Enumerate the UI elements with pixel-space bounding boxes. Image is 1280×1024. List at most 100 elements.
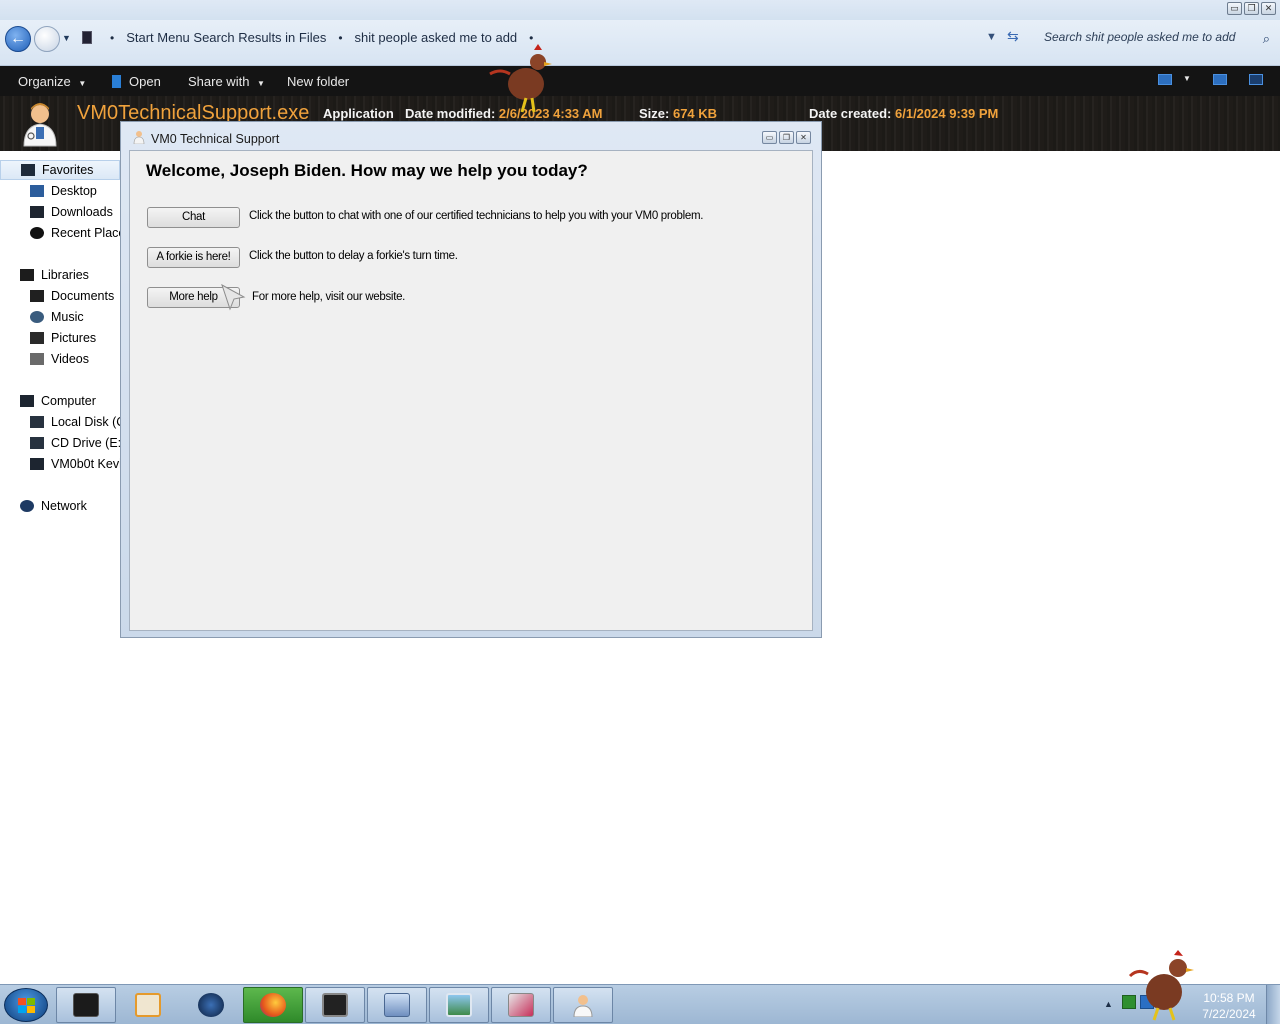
open-label: Open (129, 74, 161, 89)
libraries-icon (20, 269, 34, 281)
welcome-heading: Welcome, Joseph Biden. How may we help y… (146, 161, 588, 180)
breadcrumb-search-results[interactable]: Start Menu Search Results in Files (126, 30, 326, 45)
taskbar-firefox[interactable] (243, 987, 303, 1023)
nav-item-cd-drive[interactable]: CD Drive (E:) (30, 433, 120, 453)
view-options-dropdown[interactable]: ▼ (1183, 74, 1191, 83)
pictures-icon (30, 332, 44, 344)
breadcrumb: • Start Menu Search Results in Files • s… (98, 30, 545, 45)
share-with-label: Share with (188, 74, 250, 89)
nav-computer[interactable]: Computer (20, 391, 96, 411)
clock-time: 10:58 PM (1203, 991, 1255, 1005)
nav-item-downloads[interactable]: Downloads (30, 202, 113, 222)
firefox-icon (260, 993, 286, 1017)
change-view-icon[interactable] (1158, 74, 1172, 85)
taskbar: ▲ 10:58 PM 7/22/2024 (0, 984, 1280, 1024)
chat-description: Click the button to chat with one of our… (249, 210, 704, 222)
mouse-cursor-icon (221, 283, 246, 311)
back-button[interactable]: ← (5, 26, 31, 52)
dialog-minimize-button[interactable]: ▭ (762, 131, 777, 144)
recent-places-icon (30, 227, 44, 239)
chat-button[interactable]: Chat (147, 207, 240, 228)
nav-label: Pictures (51, 331, 97, 345)
more-help-description: For more help, visit our website. (252, 291, 406, 303)
nav-label: Downloads (51, 205, 113, 219)
downloads-icon (30, 206, 44, 218)
nav-item-music[interactable]: Music (30, 307, 84, 327)
nav-network[interactable]: Network (20, 496, 87, 516)
navigation-pane: Favorites Desktop Downloads Recent Place… (0, 151, 120, 984)
windows-logo-icon (18, 998, 35, 1013)
date-created: Date created: 6/1/2024 9:39 PM (809, 106, 998, 121)
refresh-icon[interactable]: ⇆ (1007, 28, 1019, 45)
breadcrumb-separator: • (529, 30, 534, 45)
forward-button[interactable] (34, 26, 60, 52)
nav-label: Music (51, 310, 84, 324)
taskbar-monitor[interactable] (305, 987, 365, 1023)
recent-pages-dropdown[interactable]: ▼ (62, 33, 71, 43)
nav-label: Videos (51, 352, 89, 366)
forkie-description: Click the button to delay a forkie's tur… (249, 250, 458, 262)
taskbar-keyboard-computer[interactable] (367, 987, 427, 1023)
taskbar-tech-support[interactable] (553, 987, 613, 1023)
dialog-maximize-button[interactable]: ❐ (779, 131, 794, 144)
photo-viewer-icon (446, 993, 472, 1017)
tech-support-icon (573, 995, 593, 1017)
minimize-button[interactable]: ▭ (1227, 2, 1242, 15)
close-button[interactable]: ✕ (1261, 2, 1276, 15)
nav-item-local-disk[interactable]: Local Disk (C:) (30, 412, 120, 432)
dialog-titlebar[interactable]: VM0 Technical Support ▭ ❐ ✕ (121, 122, 821, 149)
taskbar-media-player[interactable] (118, 987, 178, 1023)
cd-drive-icon (30, 437, 44, 449)
help-icon[interactable] (1249, 74, 1263, 85)
command-toolbar: Organize ▼ Open Share with ▼ New folder … (0, 66, 1280, 96)
clock[interactable]: 10:58 PM 7/22/2024 (1196, 990, 1262, 1022)
organize-menu[interactable]: Organize ▼ (18, 74, 86, 89)
preview-pane-icon[interactable] (1213, 74, 1227, 85)
show-hidden-icons-button[interactable]: ▲ (1104, 999, 1113, 1009)
network-icon (20, 500, 34, 512)
file-type: Application (323, 106, 394, 121)
date-created-label: Date created: (809, 106, 892, 121)
open-icon (112, 75, 121, 88)
paint-icon (508, 993, 534, 1017)
music-icon (30, 311, 44, 323)
restore-button[interactable]: ❐ (1244, 2, 1259, 15)
network-drive-icon (30, 458, 44, 470)
nav-item-documents[interactable]: Documents (30, 286, 114, 306)
nav-item-pictures[interactable]: Pictures (30, 328, 96, 348)
breadcrumb-current-folder[interactable]: shit people asked me to add (355, 30, 518, 45)
nav-item-videos[interactable]: Videos (30, 349, 89, 369)
breadcrumb-separator: • (338, 30, 343, 45)
open-button[interactable]: Open (112, 74, 161, 89)
keyboard-computer-icon (384, 993, 410, 1017)
dialog-title: VM0 Technical Support (151, 132, 280, 146)
nav-label: Libraries (41, 268, 89, 282)
nav-favorites[interactable]: Favorites (0, 160, 120, 180)
nav-item-network-drive[interactable]: VM0b0t Kevin (30, 454, 120, 474)
nav-item-desktop[interactable]: Desktop (30, 181, 97, 201)
organize-label: Organize (18, 74, 71, 89)
size-value: 674 KB (672, 106, 718, 121)
nav-item-recent-places[interactable]: Recent Places (30, 223, 120, 243)
address-dropdown-arrow[interactable]: ▼ (986, 31, 997, 43)
start-button[interactable] (4, 988, 48, 1022)
file-size: Size: 674 KB (639, 106, 717, 121)
search-icon[interactable]: ⌕ (1263, 31, 1270, 47)
chevron-down-icon: ▼ (257, 79, 265, 88)
address-bar: ← ▼ • Start Menu Search Results in Files… (0, 20, 1280, 66)
new-folder-button[interactable]: New folder (287, 74, 349, 89)
nav-libraries[interactable]: Libraries (20, 265, 89, 285)
forkie-button[interactable]: A forkie is here! (147, 247, 240, 268)
share-with-menu[interactable]: Share with ▼ (188, 74, 265, 89)
dialog-close-button[interactable]: ✕ (796, 131, 811, 144)
taskbar-photo-viewer[interactable] (429, 987, 489, 1023)
search-input[interactable]: Search shit people asked me to add ⌕ (1038, 28, 1276, 50)
tech-support-icon (133, 131, 145, 144)
taskbar-explorer[interactable] (56, 987, 116, 1023)
taskbar-globe[interactable] (181, 987, 241, 1023)
taskbar-paint[interactable] (491, 987, 551, 1023)
nav-label: VM0b0t Kevin (51, 457, 120, 471)
nav-label: Computer (41, 394, 96, 408)
size-label: Size: (639, 106, 670, 121)
show-desktop-button[interactable] (1266, 985, 1280, 1024)
